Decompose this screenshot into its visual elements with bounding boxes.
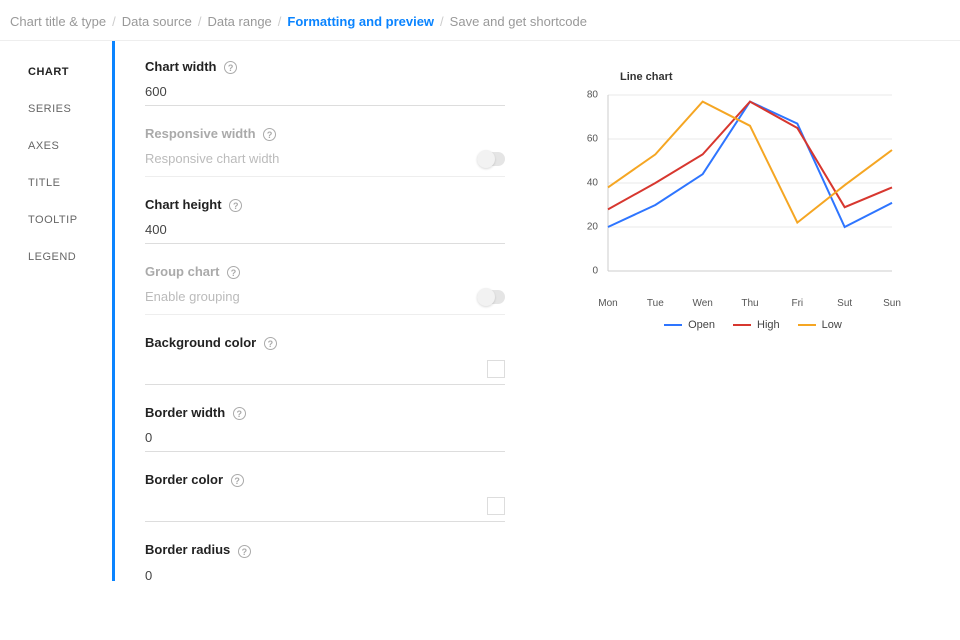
sidebar-item-tooltip[interactable]: TOOLTIP bbox=[28, 214, 112, 226]
background-color-label: Background color ? bbox=[145, 335, 542, 350]
x-tick-label: Sut bbox=[837, 298, 852, 309]
responsive-width-label: Responsive width ? bbox=[145, 126, 542, 141]
chart-preview-panel: Line chart 020406080MonTueWenThuFriSutSu… bbox=[558, 41, 938, 581]
chart-width-label: Chart width ? bbox=[145, 59, 542, 74]
legend-swatch bbox=[798, 324, 816, 326]
legend-item[interactable]: Low bbox=[798, 319, 842, 331]
legend-item[interactable]: High bbox=[733, 319, 780, 331]
legend-swatch bbox=[664, 324, 682, 326]
border-radius-input[interactable] bbox=[145, 562, 505, 582]
x-tick-label: Tue bbox=[647, 298, 664, 309]
responsive-width-toggle[interactable] bbox=[477, 152, 505, 166]
breadcrumb-item[interactable]: Chart title & type bbox=[10, 14, 106, 29]
border-width-label: Border width ? bbox=[145, 405, 542, 420]
breadcrumb-item[interactable]: Data source bbox=[122, 14, 192, 29]
help-icon[interactable]: ? bbox=[231, 474, 244, 487]
chart-title: Line chart bbox=[620, 71, 926, 83]
help-icon[interactable]: ? bbox=[264, 337, 277, 350]
responsive-width-toggle-text: Responsive chart width bbox=[145, 151, 279, 166]
sidebar-item-series[interactable]: SERIES bbox=[28, 103, 112, 115]
x-tick-label: Mon bbox=[598, 298, 617, 309]
border-radius-label: Border radius ? bbox=[145, 542, 542, 557]
help-icon[interactable]: ? bbox=[238, 545, 251, 558]
line-chart: 020406080MonTueWenThuFriSutSun bbox=[580, 89, 898, 289]
help-icon[interactable]: ? bbox=[263, 128, 276, 141]
border-width-input[interactable] bbox=[145, 424, 505, 452]
border-color-picker[interactable] bbox=[487, 497, 505, 515]
chart-width-input[interactable] bbox=[145, 78, 505, 106]
legend-swatch bbox=[733, 324, 751, 326]
sidebar-item-axes[interactable]: AXES bbox=[28, 140, 112, 152]
chart-legend: Open High Low bbox=[580, 319, 926, 331]
help-icon[interactable]: ? bbox=[227, 266, 240, 279]
breadcrumb: Chart title & type/Data source/Data rang… bbox=[0, 0, 960, 41]
background-color-picker[interactable] bbox=[487, 360, 505, 378]
x-tick-label: Sun bbox=[883, 298, 901, 309]
y-tick-label: 40 bbox=[574, 178, 598, 189]
y-tick-label: 20 bbox=[574, 222, 598, 233]
y-tick-label: 0 bbox=[574, 266, 598, 277]
y-tick-label: 80 bbox=[574, 90, 598, 101]
form-panel: Chart width ? Responsive width ? Respons… bbox=[112, 41, 558, 581]
chart-height-input[interactable] bbox=[145, 216, 505, 244]
sidebar-item-legend[interactable]: LEGEND bbox=[28, 251, 112, 263]
chart-height-label: Chart height ? bbox=[145, 197, 542, 212]
sidebar-item-title[interactable]: TITLE bbox=[28, 177, 112, 189]
group-chart-label: Group chart ? bbox=[145, 264, 542, 279]
x-tick-label: Fri bbox=[791, 298, 803, 309]
legend-item[interactable]: Open bbox=[664, 319, 715, 331]
help-icon[interactable]: ? bbox=[229, 199, 242, 212]
help-icon[interactable]: ? bbox=[233, 407, 246, 420]
settings-sidebar: CHART SERIES AXES TITLE TOOLTIP LEGEND bbox=[0, 41, 112, 581]
x-tick-label: Wen bbox=[692, 298, 712, 309]
sidebar-item-chart[interactable]: CHART bbox=[28, 66, 112, 78]
help-icon[interactable]: ? bbox=[224, 61, 237, 74]
breadcrumb-item[interactable]: Formatting and preview bbox=[287, 14, 434, 29]
group-chart-toggle-text: Enable grouping bbox=[145, 289, 240, 304]
breadcrumb-item[interactable]: Data range bbox=[207, 14, 271, 29]
border-color-label: Border color ? bbox=[145, 472, 542, 487]
y-tick-label: 60 bbox=[574, 134, 598, 145]
x-tick-label: Thu bbox=[741, 298, 758, 309]
group-chart-toggle[interactable] bbox=[477, 290, 505, 304]
breadcrumb-item[interactable]: Save and get shortcode bbox=[450, 14, 587, 29]
